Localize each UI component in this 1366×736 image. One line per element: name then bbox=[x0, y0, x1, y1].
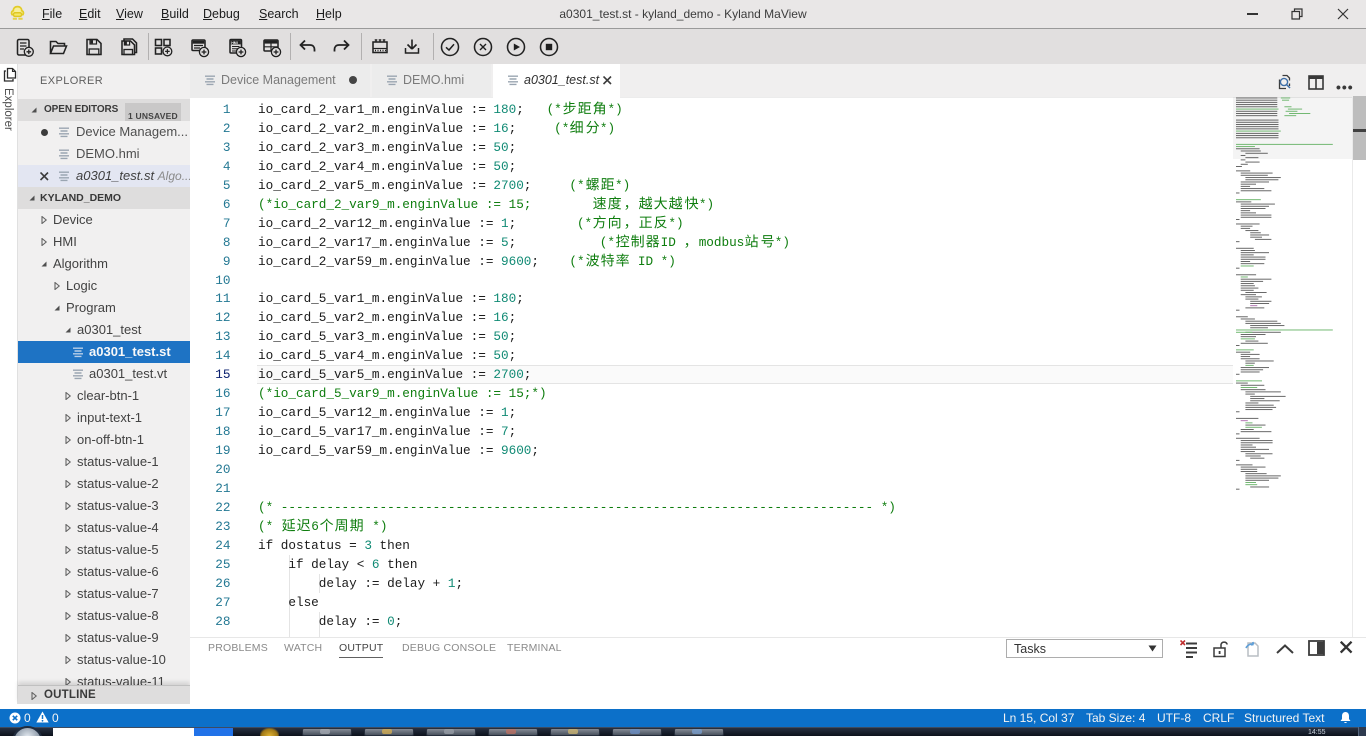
svg-text:HMI: HMI bbox=[231, 41, 238, 45]
